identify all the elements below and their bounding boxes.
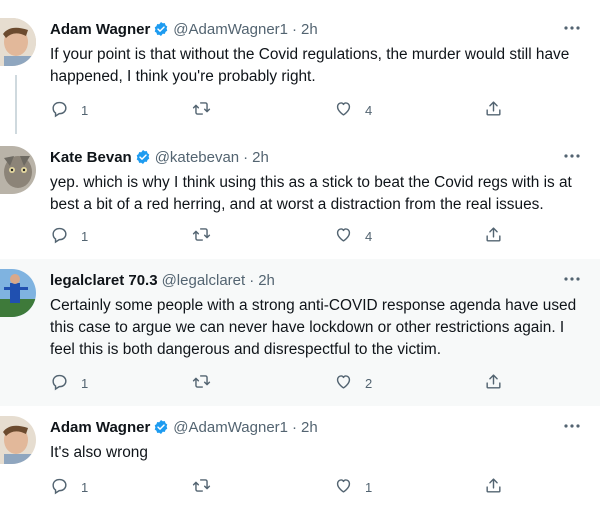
author-handle[interactable]: @katebevan: [155, 149, 239, 166]
verified-badge-icon: [153, 21, 169, 37]
like-button[interactable]: 1: [334, 477, 372, 497]
share-icon: [484, 476, 503, 498]
separator-dot: ·: [292, 21, 298, 38]
author-name[interactable]: Adam Wagner: [50, 419, 150, 436]
like-count: 1: [365, 479, 373, 495]
action-bar: 1 1: [50, 477, 510, 497]
share-button[interactable]: [484, 226, 503, 246]
reply-count: 1: [81, 479, 89, 495]
tweet[interactable]: legalclaret 70.3 @legalclaret · 2h Certainl…: [0, 259, 600, 406]
verified-badge-icon: [135, 149, 151, 165]
reply-count: 1: [81, 375, 89, 391]
separator-dot: ·: [243, 149, 249, 166]
avatar[interactable]: [0, 269, 36, 317]
tweet-header: Adam Wagner @AdamWagner1 · 2h: [50, 418, 582, 438]
reply-icon: [50, 476, 69, 498]
timestamp[interactable]: 2h: [301, 419, 318, 436]
like-button[interactable]: 4: [334, 100, 372, 120]
retweet-button[interactable]: [192, 226, 223, 246]
separator-dot: ·: [249, 272, 255, 289]
retweet-icon: [192, 476, 211, 498]
action-bar: 1 2: [50, 373, 510, 393]
like-icon: [334, 476, 353, 498]
retweet-icon: [192, 225, 211, 247]
like-icon: [334, 225, 353, 247]
author-handle[interactable]: @AdamWagner1: [173, 419, 288, 436]
verified-badge-icon: [153, 419, 169, 435]
tweet-text: It's also wrong: [50, 444, 148, 461]
share-button[interactable]: [484, 100, 503, 120]
tweet-thread: Adam Wagner @AdamWagner1 · 2h If your point…: [0, 0, 600, 513]
share-button[interactable]: [484, 477, 503, 497]
share-icon: [484, 225, 503, 247]
tweet-text: If your point is that without the Covid …: [50, 46, 570, 85]
timestamp[interactable]: 2h: [258, 272, 275, 289]
tweet[interactable]: Kate Bevan @katebevan · 2h yep. which is wh…: [0, 134, 600, 259]
reply-count: 1: [81, 102, 89, 118]
more-options-icon[interactable]: [562, 269, 582, 289]
separator-dot: ·: [292, 419, 298, 436]
action-bar: 1 4: [50, 226, 510, 246]
like-button[interactable]: 2: [334, 373, 372, 393]
tweet-text: yep. which is why I think using this as …: [50, 174, 572, 213]
avatar[interactable]: [0, 416, 36, 464]
author-handle[interactable]: @AdamWagner1: [173, 21, 288, 38]
tweet-header: Adam Wagner @AdamWagner1 · 2h: [50, 20, 582, 40]
share-icon: [484, 372, 503, 394]
tweet-text: Certainly some people with a strong anti…: [50, 297, 577, 358]
like-icon: [334, 372, 353, 394]
like-button[interactable]: 4: [334, 226, 372, 246]
retweet-button[interactable]: [192, 373, 223, 393]
like-count: 4: [365, 102, 373, 118]
reply-icon: [50, 99, 69, 121]
author-name[interactable]: legalclaret 70.3: [50, 272, 158, 289]
reply-button[interactable]: 1: [50, 226, 88, 246]
reply-button[interactable]: 1: [50, 100, 88, 120]
reply-icon: [50, 372, 69, 394]
reply-button[interactable]: 1: [50, 477, 88, 497]
more-options-icon[interactable]: [562, 416, 582, 436]
retweet-button[interactable]: [192, 477, 223, 497]
more-options-icon[interactable]: [562, 146, 582, 166]
like-icon: [334, 99, 353, 121]
avatar[interactable]: [0, 146, 36, 194]
tweet[interactable]: Adam Wagner @AdamWagner1 · 2h It's also wro…: [0, 406, 600, 513]
reply-button[interactable]: 1: [50, 373, 88, 393]
more-options-icon[interactable]: [562, 18, 582, 38]
author-name[interactable]: Kate Bevan: [50, 149, 132, 166]
retweet-button[interactable]: [192, 100, 223, 120]
retweet-icon: [192, 372, 211, 394]
retweet-icon: [192, 99, 211, 121]
thread-line: [15, 75, 17, 134]
reply-count: 1: [81, 228, 89, 244]
like-count: 4: [365, 228, 373, 244]
share-icon: [484, 99, 503, 121]
action-bar: 1 4: [50, 100, 510, 120]
author-name[interactable]: Adam Wagner: [50, 21, 150, 38]
share-button[interactable]: [484, 373, 503, 393]
author-handle[interactable]: @legalclaret: [162, 272, 246, 289]
tweet-header: Kate Bevan @katebevan · 2h: [50, 148, 582, 168]
like-count: 2: [365, 375, 373, 391]
tweet[interactable]: Adam Wagner @AdamWagner1 · 2h If your point…: [0, 0, 600, 134]
timestamp[interactable]: 2h: [252, 149, 269, 166]
tweet-header: legalclaret 70.3 @legalclaret · 2h: [50, 271, 582, 291]
reply-icon: [50, 225, 69, 247]
avatar[interactable]: [0, 18, 36, 66]
timestamp[interactable]: 2h: [301, 21, 318, 38]
